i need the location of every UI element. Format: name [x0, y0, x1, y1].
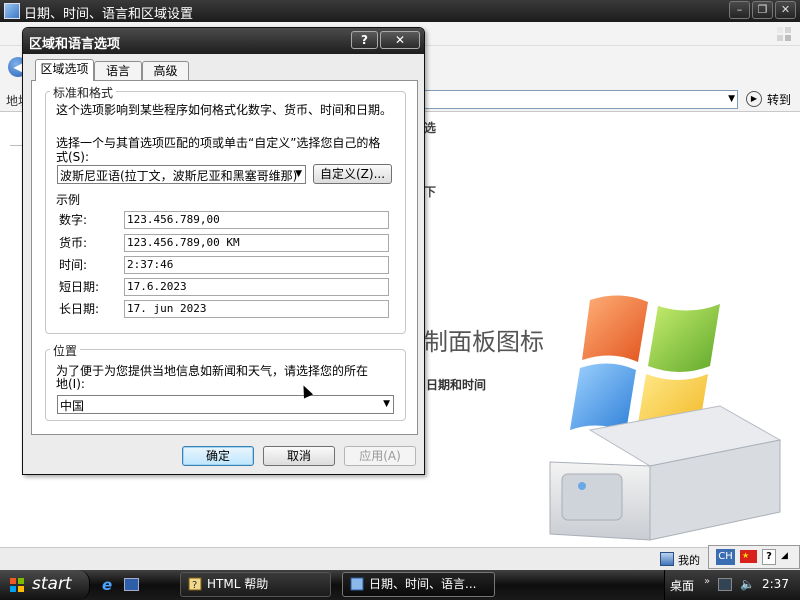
dropdown-arrow-icon[interactable]: ▼: [295, 169, 302, 179]
location-select[interactable]: 中国 ▼: [57, 395, 394, 414]
desktop-toolbar-label[interactable]: 桌面: [670, 577, 694, 594]
sample-short-date-label: 短日期:: [59, 280, 100, 294]
task-link-fragment: 下: [424, 185, 437, 199]
dialog-titlebar[interactable]: 区域和语言选项 ? ✕: [23, 28, 424, 54]
standards-formats-label: 标准和格式: [50, 84, 117, 101]
control-panel-heading-fragment: 制面板图标: [424, 328, 544, 356]
location-description-line1: 为了便于为您提供当地信息如新闻和天气，请选择您的所在: [56, 364, 369, 378]
tab-advanced[interactable]: 高级: [142, 61, 189, 80]
show-desktop-icon[interactable]: [124, 578, 139, 591]
windows-flag-icon: [10, 578, 24, 592]
windows-logo-icon: [777, 27, 791, 41]
clock[interactable]: 2:37: [762, 577, 789, 591]
tab-languages[interactable]: 语言: [94, 61, 142, 80]
address-input[interactable]: ▼: [424, 90, 738, 109]
sample-number-label: 数字:: [59, 213, 88, 227]
windows-drive-illustration: [549, 295, 782, 541]
sample-long-date-value: 17. jun 2023: [124, 300, 389, 318]
sample-number-value: 123.456.789,00: [124, 211, 389, 229]
sample-long-date-label: 长日期:: [59, 302, 100, 316]
dialog-title: 区域和语言选项: [29, 37, 121, 52]
control-panel-icon: [4, 3, 20, 19]
date-time-link-fragment[interactable]: 日期和时间: [426, 376, 486, 393]
close-icon[interactable]: ✕: [775, 1, 796, 19]
format-select-value: 波斯尼亚语(拉丁文，波斯尼亚和黑塞哥维那): [60, 169, 298, 183]
go-button[interactable]: 转到: [767, 91, 791, 108]
taskbar-item-date-time-language[interactable]: 日期、时间、语言...: [342, 572, 495, 597]
taskbar-item-html-help[interactable]: ? HTML 帮助: [180, 572, 331, 597]
volume-icon[interactable]: 🔈: [740, 577, 755, 591]
regional-language-options-dialog: 区域和语言选项 ? ✕ 区域选项 语言 高级 标准和格式 这个选项影响到某些程序…: [22, 27, 425, 475]
control-panel-icon: [350, 577, 364, 591]
status-text: 我的: [678, 554, 700, 567]
format-instruction-line1: 选择一个与其首选项匹配的项或单击“自定义”选择您自己的格: [56, 136, 381, 150]
china-flag-icon[interactable]: ★: [740, 550, 757, 563]
sample-short-date-value: 17.6.2023: [124, 278, 389, 296]
network-icon[interactable]: [718, 578, 732, 591]
language-bar-minimize-icon[interactable]: ◢: [781, 551, 793, 563]
cancel-button[interactable]: 取消: [263, 446, 335, 466]
taskbar-item-label: 日期、时间、语言...: [369, 577, 477, 591]
close-button[interactable]: ✕: [380, 31, 420, 49]
location-select-value: 中国: [60, 399, 85, 413]
help-icon[interactable]: ?: [762, 549, 776, 565]
customize-button[interactable]: 自定义(Z)...: [313, 164, 392, 184]
location-label: 位置: [50, 342, 81, 359]
format-select[interactable]: 波斯尼亚语(拉丁文，波斯尼亚和黑塞哥维那) ▼: [57, 165, 306, 184]
sample-currency-value: 123.456.789,00 KM: [124, 234, 389, 252]
help-book-icon: ?: [188, 577, 202, 591]
control-panel-title: 日期、时间、语言和区域设置: [24, 7, 194, 22]
taskbar-item-label: HTML 帮助: [207, 577, 269, 591]
samples-label: 示例: [56, 193, 81, 207]
apply-button[interactable]: 应用(A): [344, 446, 416, 466]
internet-explorer-icon[interactable]: e: [102, 577, 118, 593]
help-button[interactable]: ?: [351, 31, 378, 49]
maximize-icon[interactable]: ❐: [752, 1, 773, 19]
sample-currency-label: 货币:: [59, 236, 88, 250]
task-link-fragment: 选: [424, 121, 437, 135]
sample-time-label: 时间:: [59, 258, 88, 272]
computer-icon: [660, 552, 674, 566]
standards-description: 这个选项影响到某些程序如何格式化数字、货币、时间和日期。: [56, 103, 393, 117]
tab-regional-options[interactable]: 区域选项: [35, 59, 94, 81]
sample-time-value: 2:37:46: [124, 256, 389, 274]
svg-text:?: ?: [192, 580, 197, 591]
control-panel-titlebar[interactable]: 日期、时间、语言和区域设置 – ❐ ✕: [0, 0, 800, 22]
location-description-line2: 地(I):: [56, 377, 85, 391]
dropdown-arrow-icon[interactable]: ▼: [383, 399, 390, 409]
ok-button[interactable]: 确定: [182, 446, 254, 466]
input-language-indicator[interactable]: CH: [716, 549, 735, 565]
start-label[interactable]: start: [32, 574, 72, 594]
format-instruction-line2: 式(S):: [56, 150, 90, 164]
expand-arrows-icon[interactable]: »: [704, 576, 710, 587]
side-divider: [10, 145, 22, 146]
minimize-icon[interactable]: –: [729, 1, 750, 19]
dropdown-arrow-icon[interactable]: ▼: [728, 94, 735, 104]
tab-panel: 标准和格式 这个选项影响到某些程序如何格式化数字、货币、时间和日期。 选择一个与…: [31, 80, 418, 435]
go-arrow-icon[interactable]: ▶: [746, 91, 762, 107]
